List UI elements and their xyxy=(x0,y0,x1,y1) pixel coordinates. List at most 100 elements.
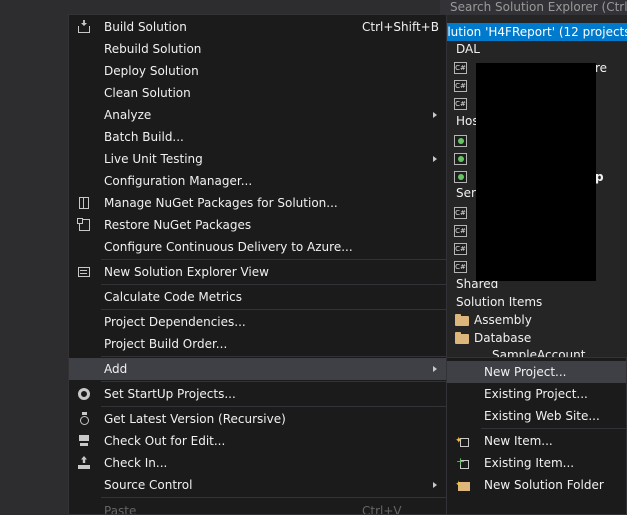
submenu-item-new-project[interactable]: New Project... xyxy=(447,361,626,383)
submenu-item-existing-item[interactable]: Existing Item... xyxy=(447,451,626,474)
web-project-icon xyxy=(454,135,467,147)
folder-icon xyxy=(455,314,469,326)
menu-item-label: Existing Project... xyxy=(484,387,588,401)
menu-item-label: Project Build Order... xyxy=(104,337,228,351)
menu-item-label: Existing Web Site... xyxy=(484,409,600,423)
tree-item-label: Database xyxy=(474,331,532,345)
solution-node-label: olution 'H4FReport' (12 projects) xyxy=(440,25,627,39)
menu-separator xyxy=(101,259,446,260)
submenu-item-existing-web-site[interactable]: Existing Web Site... xyxy=(447,405,626,427)
menu-separator xyxy=(101,406,446,407)
menu-item-build-solution[interactable]: Build Solution Ctrl+Shift+B xyxy=(69,16,446,38)
menu-separator xyxy=(101,381,446,382)
csharp-project-icon: C# xyxy=(454,225,467,237)
web-project-icon xyxy=(454,153,467,165)
menu-item-configure-cd-azure[interactable]: Configure Continuous Delivery to Azure..… xyxy=(69,236,446,258)
menu-item-label: Restore NuGet Packages xyxy=(104,218,252,232)
submenu-item-new-solution-folder[interactable]: New Solution Folder xyxy=(447,474,626,496)
csharp-project-icon: C# xyxy=(454,243,467,255)
menu-item-add[interactable]: Add xyxy=(69,358,446,380)
menu-item-label: New Solution Explorer View xyxy=(104,265,269,279)
tree-item-label: Solution Items xyxy=(456,295,543,309)
menu-item-source-control[interactable]: Source Control xyxy=(69,474,446,496)
new-solution-folder-icon xyxy=(455,474,470,496)
tree-folder-solution-items[interactable]: Solution Items xyxy=(440,293,627,311)
menu-item-analyze[interactable]: Analyze xyxy=(69,104,446,126)
tree-item-label: Assembly xyxy=(474,313,532,327)
restore-icon xyxy=(77,218,91,232)
menu-item-shortcut: Ctrl+V xyxy=(362,504,402,515)
menu-item-check-out-for-edit[interactable]: Check Out for Edit... xyxy=(69,430,446,452)
new-item-icon xyxy=(455,430,470,452)
menu-item-live-unit-testing[interactable]: Live Unit Testing xyxy=(69,148,446,170)
nuget-icon xyxy=(77,196,91,210)
csharp-project-icon: C# xyxy=(454,261,467,273)
menu-item-set-startup-projects[interactable]: Set StartUp Projects... xyxy=(69,383,446,405)
check-in-icon xyxy=(77,456,91,470)
menu-item-label: New Item... xyxy=(484,434,553,448)
menu-item-label: Get Latest Version (Recursive) xyxy=(104,412,286,426)
menu-item-restore-nuget[interactable]: Restore NuGet Packages xyxy=(69,214,446,236)
menu-item-label: Rebuild Solution xyxy=(104,42,202,56)
menu-separator xyxy=(101,284,446,285)
menu-item-batch-build[interactable]: Batch Build... xyxy=(69,126,446,148)
csharp-project-icon: C# xyxy=(454,98,467,110)
menu-item-label: Paste xyxy=(104,504,137,515)
menu-item-label: Configuration Manager... xyxy=(104,174,253,188)
build-icon xyxy=(77,20,91,34)
menu-item-label: Analyze xyxy=(104,108,152,122)
csharp-project-icon: C# xyxy=(454,80,467,92)
solution-view-icon xyxy=(77,265,91,279)
check-out-icon xyxy=(77,434,91,448)
menu-item-project-dependencies[interactable]: Project Dependencies... xyxy=(69,311,446,333)
menu-item-project-build-order[interactable]: Project Build Order... xyxy=(69,333,446,355)
menu-item-label: Existing Item... xyxy=(484,456,575,470)
menu-separator xyxy=(481,428,626,429)
menu-item-check-in[interactable]: Check In... xyxy=(69,452,446,474)
submenu-arrow-icon xyxy=(433,156,437,162)
solution-context-menu: Build Solution Ctrl+Shift+B Rebuild Solu… xyxy=(68,14,447,515)
menu-item-label: Build Solution xyxy=(104,20,187,34)
menu-item-shortcut: Ctrl+Shift+B xyxy=(362,20,439,34)
folder-icon xyxy=(455,332,469,344)
tree-folder-dal[interactable]: DAL xyxy=(440,40,627,58)
menu-item-calculate-code-metrics[interactable]: Calculate Code Metrics xyxy=(69,286,446,308)
csharp-project-icon: C# xyxy=(454,62,467,74)
menu-item-deploy-solution[interactable]: Deploy Solution xyxy=(69,60,446,82)
gear-icon xyxy=(78,388,90,400)
menu-item-label: Calculate Code Metrics xyxy=(104,290,242,304)
menu-item-label: New Project... xyxy=(484,365,567,379)
menu-item-get-latest-version[interactable]: Get Latest Version (Recursive) xyxy=(69,408,446,430)
tree-folder-assembly[interactable]: Assembly xyxy=(440,311,627,329)
menu-item-paste: Paste Ctrl+V xyxy=(69,500,446,515)
menu-item-label: Live Unit Testing xyxy=(104,152,203,166)
submenu-item-new-item[interactable]: New Item... xyxy=(447,430,626,452)
menu-item-new-solution-explorer-view[interactable]: New Solution Explorer View xyxy=(69,261,446,283)
menu-item-clean-solution[interactable]: Clean Solution xyxy=(69,82,446,104)
menu-separator xyxy=(101,356,446,357)
solution-explorer-search-input[interactable]: Search Solution Explorer (Ctrl+;) xyxy=(440,0,627,15)
menu-separator xyxy=(101,309,446,310)
menu-item-label: Set StartUp Projects... xyxy=(104,387,236,401)
menu-item-rebuild-solution[interactable]: Rebuild Solution xyxy=(69,38,446,60)
solution-node[interactable]: olution 'H4FReport' (12 projects) xyxy=(440,23,627,41)
tree-item-label: DAL xyxy=(456,42,480,56)
menu-item-label: Source Control xyxy=(104,478,193,492)
menu-item-label: Configure Continuous Delivery to Azure..… xyxy=(104,240,353,254)
menu-item-label: Batch Build... xyxy=(104,130,184,144)
submenu-arrow-icon xyxy=(433,112,437,118)
tree-folder-database[interactable]: Database xyxy=(440,329,627,347)
menu-item-label: Add xyxy=(104,362,128,376)
menu-item-label: Project Dependencies... xyxy=(104,315,246,329)
menu-separator xyxy=(101,497,446,498)
get-latest-icon xyxy=(77,412,91,426)
add-submenu: New Project... Existing Project... Exist… xyxy=(446,357,627,515)
menu-item-label: New Solution Folder xyxy=(484,478,604,492)
submenu-item-existing-project[interactable]: Existing Project... xyxy=(447,383,626,405)
submenu-arrow-icon xyxy=(433,482,437,488)
redacted-region xyxy=(476,63,596,281)
menu-item-configuration-manager[interactable]: Configuration Manager... xyxy=(69,170,446,192)
existing-item-icon xyxy=(456,451,470,473)
menu-item-label: Clean Solution xyxy=(104,86,191,100)
menu-item-manage-nuget[interactable]: Manage NuGet Packages for Solution... xyxy=(69,192,446,214)
